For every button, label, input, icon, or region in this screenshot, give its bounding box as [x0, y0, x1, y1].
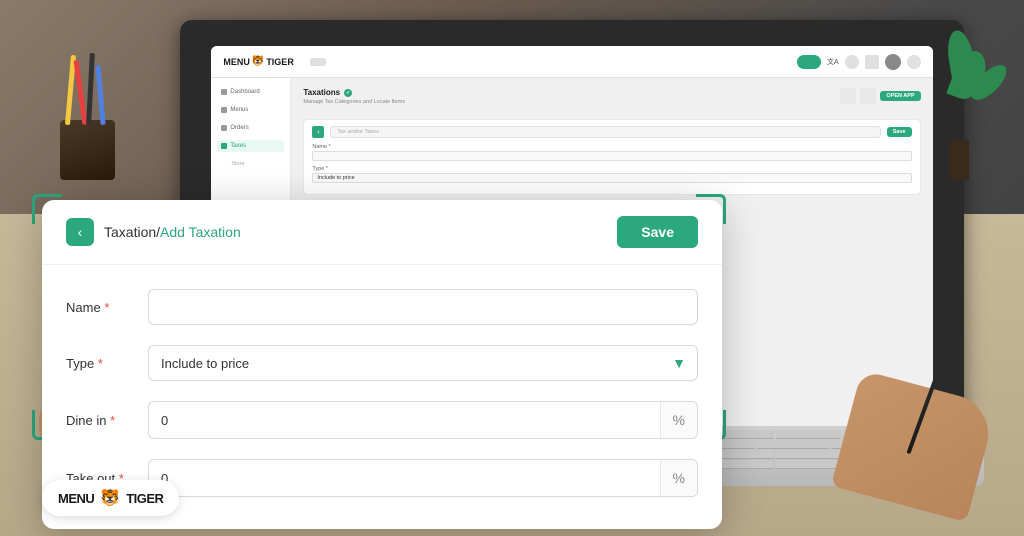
- screen-copy-icon: [860, 88, 876, 104]
- page-verified-icon: ✓: [344, 89, 352, 97]
- menus-icon: [221, 107, 227, 113]
- screen-logo-tiger: 🐯: [252, 56, 264, 67]
- screen-logo: MENU 🐯 TIGER: [223, 56, 293, 67]
- taxes-icon: [221, 143, 227, 149]
- logo-text-menu: MENU: [58, 491, 94, 506]
- dine-in-input[interactable]: [149, 402, 660, 438]
- breadcrumb-current: Add Taxation: [160, 224, 241, 240]
- breadcrumb-base: Taxation/: [104, 224, 160, 240]
- screen-sidebar-dashboard: Dashboard: [217, 86, 284, 98]
- type-select[interactable]: Include to price Exclude from price: [148, 345, 698, 381]
- orders-icon: [221, 125, 227, 131]
- screen-header-right: 文A: [797, 54, 921, 70]
- pencil-area: [60, 60, 140, 180]
- plant-decoration: [924, 30, 1004, 180]
- type-field-row: Type * Include to price Exclude from pri…: [66, 345, 698, 381]
- screen-page-subtitle: Manage Tax Categories and Locate Items: [303, 99, 405, 105]
- name-required: *: [104, 300, 109, 315]
- logo-tiger-icon: 🐯: [100, 488, 120, 508]
- screen-content-card: ‹ Tax and/or Taxes Save Name * Type * In…: [303, 119, 920, 195]
- name-input[interactable]: [148, 289, 698, 325]
- screen-sidebar-store: Store: [217, 158, 284, 170]
- screen-page-title: Taxations ✓: [303, 88, 405, 97]
- name-label: Name *: [66, 300, 136, 315]
- take-out-input-wrapper: %: [148, 459, 698, 497]
- dine-in-field-row: Dine in * %: [66, 401, 698, 439]
- bottom-logo: MENU 🐯 TIGER: [42, 480, 179, 516]
- take-out-input[interactable]: [149, 460, 660, 496]
- save-button[interactable]: Save: [617, 216, 698, 248]
- dashboard-icon: [221, 89, 227, 95]
- screen-bell-icon: [845, 55, 859, 69]
- screen-header: MENU 🐯 TIGER 文A: [211, 46, 932, 78]
- screen-grid-icon: [865, 55, 879, 69]
- back-button[interactable]: ‹: [66, 218, 94, 246]
- breadcrumb: Taxation/Add Taxation: [104, 224, 241, 240]
- screen-sidebar-taxes: Taxes: [217, 140, 284, 152]
- screen-avatar: [885, 54, 901, 70]
- dine-in-label: Dine in *: [66, 413, 136, 428]
- dine-in-required: *: [110, 413, 115, 428]
- card-header: ‹ Taxation/Add Taxation Save: [42, 200, 722, 265]
- screen-header-btn: [797, 55, 821, 69]
- take-out-percent-icon: %: [660, 460, 697, 496]
- dine-in-percent-icon: %: [660, 402, 697, 438]
- screen-settings-icon: [907, 55, 921, 69]
- screen-save-btn: Save: [887, 127, 912, 137]
- screen-name-row: Name *: [312, 144, 911, 161]
- dine-in-input-wrapper: %: [148, 401, 698, 439]
- screen-qr-icon: [840, 88, 856, 104]
- card-nav: ‹ Taxation/Add Taxation: [66, 218, 241, 246]
- logo-text-tiger: TIGER: [126, 491, 163, 506]
- type-label: Type *: [66, 356, 136, 371]
- type-required: *: [98, 356, 103, 371]
- screen-sidebar-menus: Menus: [217, 104, 284, 116]
- screen-open-app-btn: OPEN APP: [880, 91, 920, 101]
- screen-logo-text: MENU: [223, 57, 250, 67]
- screen-type-select: Include to price: [312, 173, 911, 183]
- screen-back-btn: ‹: [312, 126, 324, 138]
- back-arrow-icon: ‹: [78, 225, 83, 239]
- type-select-wrapper: Include to price Exclude from price ▼: [148, 345, 698, 381]
- screen-type-row: Type * Include to price: [312, 166, 911, 183]
- screen-sidebar-orders: Orders: [217, 122, 284, 134]
- screen-logo-text2: TIGER: [266, 57, 294, 67]
- screen-name-input: [312, 151, 911, 161]
- name-field-row: Name *: [66, 289, 698, 325]
- screen-search-input: Tax and/or Taxes: [330, 126, 880, 138]
